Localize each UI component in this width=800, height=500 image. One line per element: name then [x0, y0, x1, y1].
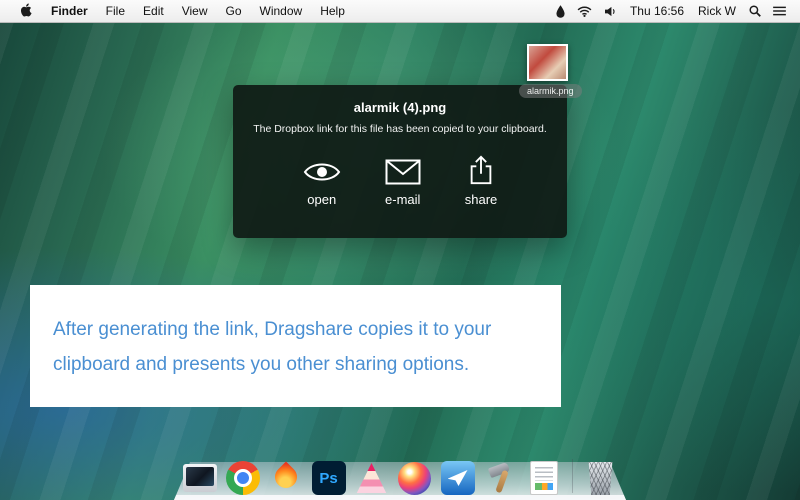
dock-items: Ps — [174, 455, 626, 495]
photoshop-icon: Ps — [312, 461, 346, 495]
menu-window[interactable]: Window — [251, 0, 312, 22]
menu-view[interactable]: View — [173, 0, 217, 22]
menu-bar-left: Finder File Edit View Go Window Help — [0, 0, 354, 22]
dock-item-monitor-app[interactable] — [182, 455, 218, 495]
menu-file[interactable]: File — [97, 0, 134, 22]
dock-item-tools-app[interactable] — [483, 455, 519, 495]
sphere-icon — [398, 462, 431, 495]
share-label: share — [465, 192, 498, 207]
email-button[interactable]: e-mail — [385, 153, 421, 207]
email-label: e-mail — [385, 192, 420, 207]
dock-separator — [572, 459, 573, 493]
dock: Ps — [174, 452, 626, 500]
flame-icon — [270, 461, 301, 492]
drag-filename-badge: alarmik.png — [519, 84, 582, 98]
eye-icon — [303, 153, 341, 185]
notification-message: The Dropbox link for this file has been … — [233, 123, 567, 135]
dock-item-photoshop[interactable]: Ps — [311, 455, 347, 495]
notification-title: alarmik (4).png — [233, 100, 567, 115]
dock-item-chrome[interactable] — [225, 455, 261, 495]
share-icon — [468, 153, 494, 185]
dock-item-cake-app[interactable] — [354, 455, 390, 495]
dock-item-document[interactable] — [526, 455, 562, 495]
menu-go[interactable]: Go — [217, 0, 251, 22]
chrome-icon — [226, 461, 260, 495]
menu-user[interactable]: Rick W — [691, 4, 743, 18]
notification-center-icon[interactable] — [767, 0, 792, 22]
dragged-file-thumbnail[interactable] — [527, 44, 568, 81]
dock-item-blue-send-app[interactable] — [440, 455, 476, 495]
apple-icon — [20, 3, 32, 20]
open-button[interactable]: open — [303, 153, 341, 207]
share-button[interactable]: share — [465, 153, 498, 207]
trash-icon — [587, 462, 614, 495]
dragshare-droplet-icon[interactable] — [550, 0, 571, 22]
notification-actions: open e-mail share — [233, 153, 567, 207]
caption-panel: After generating the link, Dragshare cop… — [30, 285, 561, 407]
open-label: open — [307, 192, 336, 207]
hammer-icon — [484, 461, 518, 495]
desktop-wallpaper — [0, 0, 800, 500]
apple-menu[interactable] — [10, 0, 42, 22]
blue-send-app-icon — [441, 461, 475, 495]
menu-clock[interactable]: Thu 16:56 — [623, 4, 691, 18]
menu-bar-right: Thu 16:56 Rick W — [550, 0, 800, 22]
monitor-app-icon — [183, 464, 217, 492]
dock-item-flame-app[interactable] — [268, 455, 304, 495]
menu-finder[interactable]: Finder — [42, 0, 97, 22]
wifi-icon[interactable] — [571, 0, 598, 22]
document-icon — [530, 461, 558, 495]
cake-icon — [356, 463, 388, 493]
thumbnail-image — [529, 46, 566, 79]
spotlight-icon[interactable] — [743, 0, 767, 22]
dock-item-sphere-app[interactable] — [397, 455, 433, 495]
volume-icon[interactable] — [598, 0, 623, 22]
menu-edit[interactable]: Edit — [134, 0, 173, 22]
menu-help[interactable]: Help — [311, 0, 354, 22]
dragshare-notification: alarmik (4).png The Dropbox link for thi… — [233, 85, 567, 238]
menu-bar: Finder File Edit View Go Window Help Thu… — [0, 0, 800, 23]
envelope-icon — [385, 153, 421, 185]
dock-item-trash[interactable] — [583, 455, 619, 495]
caption-text: After generating the link, Dragshare cop… — [30, 285, 558, 382]
